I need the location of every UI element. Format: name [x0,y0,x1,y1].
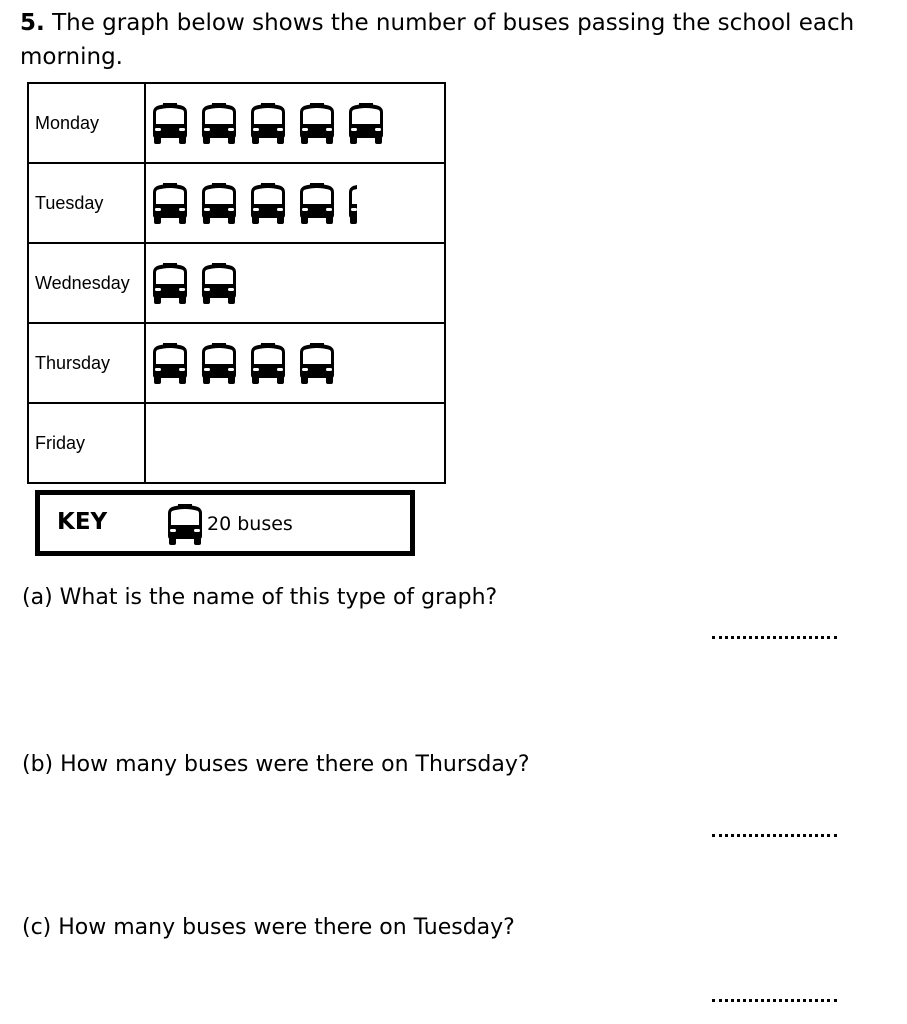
icon-cell [144,82,446,164]
key-label: KEY [57,509,108,535]
bus-icon [153,103,187,144]
bus-icon [251,343,285,384]
question-number: 5. [20,10,45,36]
question-title: 5. The graph below shows the number of b… [20,6,870,74]
icon-cell [144,162,446,244]
bus-icon [251,103,285,144]
bus-icon [167,503,203,545]
key-text: 20 buses [207,513,293,535]
day-label: Monday [27,82,146,164]
bus-icon [202,263,236,304]
part-c-question: (c) How many buses were there on Tuesday… [22,915,515,940]
day-label: Wednesday [27,242,146,324]
pictogram-row: Wednesday [27,242,446,324]
bus-icon [202,343,236,384]
bus-icon [202,183,236,224]
bus-icon [300,183,334,224]
day-label: Friday [27,402,146,484]
bus-icon [153,183,187,224]
part-a-question: (a) What is the name of this type of gra… [22,585,498,610]
icon-cell [144,322,446,404]
partial-bus-icon [349,183,383,224]
part-a-answer-line[interactable] [712,636,837,639]
key-box: KEY 20 buses [35,490,415,556]
bus-icon [153,343,187,384]
pictogram-row: Monday [27,82,446,164]
pictogram-row: Friday [27,402,446,484]
part-b-answer-line[interactable] [712,834,837,837]
bus-icon [202,103,236,144]
pictogram-row: Thursday [27,322,446,404]
bus-icon [300,343,334,384]
icon-cell [144,242,446,324]
pictogram: Monday Tuesday Wednesday Thursday Friday [27,82,446,484]
bus-icon [300,103,334,144]
bus-icon [153,263,187,304]
icon-cell [144,402,446,484]
bus-icon [349,103,383,144]
part-c-answer-line[interactable] [712,999,837,1002]
bus-icon [251,183,285,224]
question-text: The graph below shows the number of buse… [20,10,855,70]
part-b-question: (b) How many buses were there on Thursda… [22,752,530,777]
day-label: Thursday [27,322,146,404]
day-label: Tuesday [27,162,146,244]
pictogram-row: Tuesday [27,162,446,244]
